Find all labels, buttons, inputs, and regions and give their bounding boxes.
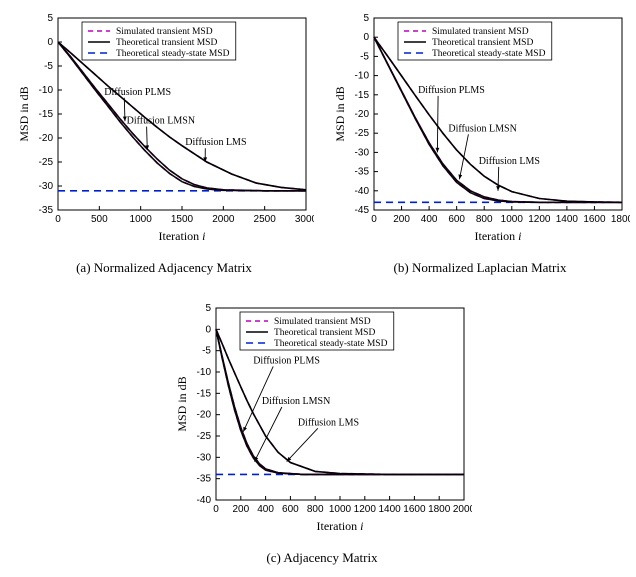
- svg-text:0: 0: [213, 504, 219, 515]
- svg-text:0: 0: [55, 214, 61, 225]
- svg-text:1200: 1200: [528, 214, 551, 225]
- svg-text:600: 600: [282, 504, 299, 515]
- svg-text:400: 400: [421, 214, 438, 225]
- svg-text:3000: 3000: [295, 214, 314, 225]
- svg-text:5: 5: [47, 13, 53, 24]
- svg-text:-30: -30: [197, 452, 212, 463]
- svg-text:Simulated transient MSD: Simulated transient MSD: [116, 27, 213, 37]
- svg-text:1500: 1500: [171, 214, 194, 225]
- svg-text:1800: 1800: [611, 214, 630, 225]
- svg-text:-35: -35: [197, 474, 212, 485]
- svg-text:-25: -25: [197, 431, 212, 442]
- svg-text:-5: -5: [44, 61, 53, 72]
- svg-text:Theoretical steady-state MSD: Theoretical steady-state MSD: [274, 339, 388, 349]
- svg-text:Diffusion LMSN: Diffusion LMSN: [127, 116, 195, 127]
- caption-c: (c) Adjacency Matrix: [172, 550, 472, 566]
- svg-text:5: 5: [205, 303, 211, 314]
- svg-text:Diffusion LMS: Diffusion LMS: [185, 137, 246, 148]
- chart-svg-a: 0 500 1000 1500 2000 2500 3000 -35 -30 -25 -20 -15 -…: [14, 8, 314, 248]
- svg-text:-30: -30: [355, 147, 370, 158]
- svg-text:Theoretical steady-state MSD: Theoretical steady-state MSD: [432, 49, 546, 59]
- svg-text:-15: -15: [197, 388, 212, 399]
- svg-text:-5: -5: [202, 346, 211, 357]
- svg-text:2000: 2000: [453, 504, 472, 515]
- svg-text:-25: -25: [355, 128, 370, 139]
- svg-text:Diffusion LMSN: Diffusion LMSN: [448, 123, 516, 134]
- chart-panel-a: 0 500 1000 1500 2000 2500 3000 -35 -30 -25 -20 -15 -…: [14, 8, 314, 248]
- svg-text:1000: 1000: [501, 214, 524, 225]
- svg-text:Diffusion PLMS: Diffusion PLMS: [418, 85, 485, 96]
- svg-text:Theoretical transient MSD: Theoretical transient MSD: [432, 38, 533, 48]
- svg-text:200: 200: [232, 504, 249, 515]
- svg-text:1200: 1200: [354, 504, 377, 515]
- svg-text:1400: 1400: [378, 504, 401, 515]
- svg-text:Diffusion LMS: Diffusion LMS: [479, 156, 540, 167]
- svg-text:1800: 1800: [428, 504, 451, 515]
- svg-text:-35: -35: [355, 167, 370, 178]
- svg-text:-40: -40: [355, 186, 370, 197]
- svg-text:MSD in dB: MSD in dB: [333, 86, 347, 141]
- svg-text:200: 200: [393, 214, 410, 225]
- svg-text:Theoretical transient MSD: Theoretical transient MSD: [116, 38, 217, 48]
- svg-text:-5: -5: [360, 51, 369, 62]
- svg-text:Iteration i: Iteration i: [475, 229, 522, 243]
- svg-text:Simulated transient MSD: Simulated transient MSD: [274, 317, 371, 327]
- svg-text:-20: -20: [197, 410, 212, 421]
- svg-text:1600: 1600: [583, 214, 606, 225]
- svg-text:Diffusion LMSN: Diffusion LMSN: [262, 396, 330, 407]
- svg-text:600: 600: [448, 214, 465, 225]
- svg-text:Theoretical transient MSD: Theoretical transient MSD: [274, 328, 375, 338]
- svg-text:Diffusion LMS: Diffusion LMS: [298, 417, 359, 428]
- svg-text:-10: -10: [39, 85, 54, 96]
- svg-text:MSD in dB: MSD in dB: [17, 86, 31, 141]
- svg-text:-10: -10: [197, 367, 212, 378]
- svg-text:-20: -20: [355, 109, 370, 120]
- svg-text:Diffusion PLMS: Diffusion PLMS: [253, 355, 320, 366]
- svg-text:2000: 2000: [212, 214, 235, 225]
- svg-text:2500: 2500: [254, 214, 277, 225]
- svg-text:-20: -20: [39, 133, 54, 144]
- svg-text:400: 400: [257, 504, 274, 515]
- svg-text:1000: 1000: [130, 214, 153, 225]
- svg-text:1600: 1600: [403, 504, 426, 515]
- svg-text:Iteration i: Iteration i: [317, 519, 364, 533]
- svg-text:Theoretical steady-state MSD: Theoretical steady-state MSD: [116, 49, 230, 59]
- svg-text:-25: -25: [39, 157, 54, 168]
- svg-text:Simulated transient MSD: Simulated transient MSD: [432, 27, 529, 37]
- chart-svg-b: 0 200 400 600 800 1000 1200 1400 1600 1800 -45 -40 -…: [330, 8, 630, 248]
- svg-text:0: 0: [205, 324, 211, 335]
- chart-panel-c: 0 200 400 600 800 100012001400160018002000 -40…: [172, 298, 472, 538]
- svg-text:5: 5: [363, 13, 369, 24]
- svg-text:-30: -30: [39, 181, 54, 192]
- chart-svg-c: 0 200 400 600 800 100012001400160018002000 -40…: [172, 298, 472, 538]
- svg-text:0: 0: [47, 37, 53, 48]
- svg-text:-10: -10: [355, 71, 370, 82]
- svg-text:500: 500: [91, 214, 108, 225]
- svg-text:0: 0: [371, 214, 377, 225]
- svg-text:1000: 1000: [329, 504, 352, 515]
- caption-b: (b) Normalized Laplacian Matrix: [330, 260, 630, 276]
- svg-text:800: 800: [307, 504, 324, 515]
- svg-text:-15: -15: [39, 109, 54, 120]
- caption-a: (a) Normalized Adjacency Matrix: [14, 260, 314, 276]
- svg-text:800: 800: [476, 214, 493, 225]
- chart-panel-b: 0 200 400 600 800 1000 1200 1400 1600 1800 -45 -40 -…: [330, 8, 630, 248]
- svg-text:-45: -45: [355, 205, 370, 216]
- svg-text:0: 0: [363, 32, 369, 43]
- svg-text:1400: 1400: [556, 214, 579, 225]
- svg-text:-15: -15: [355, 90, 370, 101]
- svg-text:Diffusion PLMS: Diffusion PLMS: [104, 87, 171, 98]
- svg-text:-40: -40: [197, 495, 212, 506]
- svg-text:MSD in dB: MSD in dB: [175, 376, 189, 431]
- svg-text:-35: -35: [39, 205, 54, 216]
- svg-text:Iteration i: Iteration i: [159, 229, 206, 243]
